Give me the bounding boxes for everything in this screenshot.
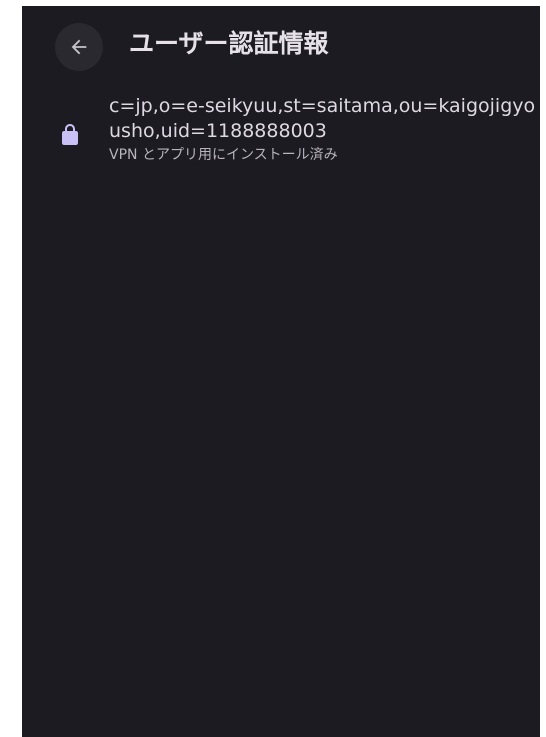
credential-name: c=jp,o=e-seikyuu,st=saitama,ou=kaigojigy… — [109, 95, 536, 142]
app-bar: ユーザー認証情報 — [22, 6, 540, 86]
credential-list-item[interactable]: c=jp,o=e-seikyuu,st=saitama,ou=kaigojigy… — [22, 94, 540, 176]
back-button[interactable] — [55, 23, 103, 71]
screenshot-frame: ユーザー認証情報 c=jp,o=e-seikyuu,st=saitama,ou=… — [0, 0, 546, 737]
user-credentials-screen: ユーザー認証情報 c=jp,o=e-seikyuu,st=saitama,ou=… — [22, 6, 540, 737]
credential-text: c=jp,o=e-seikyuu,st=saitama,ou=kaigojigy… — [109, 94, 540, 164]
page-title: ユーザー認証情報 — [129, 29, 329, 58]
credential-summary: VPN とアプリ用にインストール済み — [109, 147, 338, 163]
lock-icon — [62, 124, 78, 145]
arrow-back-icon — [71, 39, 87, 55]
